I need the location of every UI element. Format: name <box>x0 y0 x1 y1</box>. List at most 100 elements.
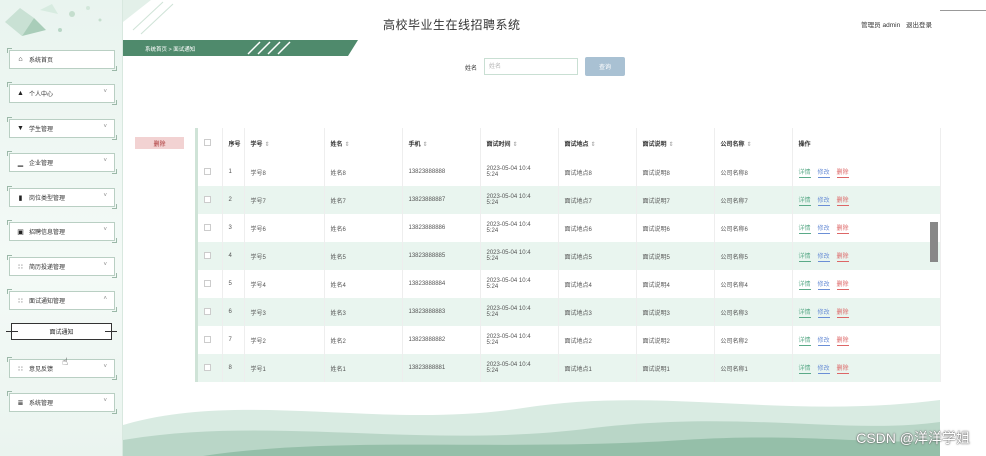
cell-actions: 详情 修改 删除 <box>792 186 941 214</box>
row-checkbox[interactable] <box>198 354 223 382</box>
row-checkbox[interactable] <box>198 186 223 214</box>
cell-time: 2023-05-04 10:4 5:24 <box>480 354 559 382</box>
col-header-name[interactable]: 姓名 ⇕ <box>324 128 403 158</box>
edit-button[interactable]: 修改 <box>817 223 830 234</box>
row-checkbox[interactable] <box>198 326 223 354</box>
sidebar-item-7[interactable]: ∷ 简历投递管理 ˅ <box>7 255 117 278</box>
detail-button[interactable]: 详情 <box>798 223 811 234</box>
top-divider <box>940 10 986 11</box>
shield-icon: ▼ <box>17 125 24 132</box>
delete-button[interactable]: 删除 <box>836 195 849 206</box>
cell-company: 公司名称4 <box>714 270 793 298</box>
resize-handle-right <box>105 331 117 332</box>
edit-button[interactable]: 修改 <box>817 251 830 262</box>
cell-phone: 13823888888 <box>402 158 481 186</box>
delete-button[interactable]: 删除 <box>836 223 849 234</box>
sort-icon[interactable]: ⇕ <box>591 142 596 148</box>
cell-sid: 学号6 <box>244 214 325 242</box>
chevron-down-icon: ˅ <box>103 262 107 268</box>
sidebar-item-5[interactable]: ▮ 岗位类型管理 ˅ <box>7 186 117 209</box>
col-header-note-label: 面试说明 <box>642 141 667 148</box>
logout-link[interactable]: 退出登录 <box>906 22 932 29</box>
breadcrumb: 系统首页 > 面试通知 <box>123 40 363 56</box>
sidebar-item-10[interactable]: ≣ 系统管理 ˅ <box>7 391 117 414</box>
row-checkbox[interactable] <box>198 158 223 186</box>
delete-button[interactable]: 删除 <box>836 167 849 178</box>
sidebar-item-label: 招聘信息管理 <box>29 230 66 236</box>
chevron-down-icon: ˅ <box>103 158 107 164</box>
sort-icon[interactable]: ⇕ <box>265 142 270 148</box>
cell-no: 4 <box>222 242 245 270</box>
select-all-checkbox[interactable] <box>198 128 223 158</box>
detail-button[interactable]: 详情 <box>798 335 811 346</box>
cell-time-line2: 5:24 <box>486 312 499 318</box>
detail-button[interactable]: 详情 <box>798 279 811 290</box>
delete-button[interactable]: 删除 <box>836 279 849 290</box>
detail-button[interactable]: 详情 <box>798 251 811 262</box>
cell-time-line2: 5:24 <box>486 340 499 346</box>
home-icon: ⌂ <box>18 56 23 63</box>
breadcrumb-text[interactable]: 系统首页 > 面试通知 <box>145 45 195 53</box>
sidebar-subitem-interview-notice[interactable]: 面试通知 <box>6 323 117 340</box>
cell-company: 公司名称3 <box>714 298 793 326</box>
row-checkbox[interactable] <box>198 214 223 242</box>
delete-button[interactable]: 删除 <box>836 251 849 262</box>
edit-button[interactable]: 修改 <box>817 279 830 290</box>
col-header-sid[interactable]: 学号 ⇕ <box>244 128 325 158</box>
watermark: CSDN @洋洋学姐 <box>856 430 970 446</box>
col-header-note[interactable]: 面试说明 ⇕ <box>636 128 715 158</box>
edit-button[interactable]: 修改 <box>817 363 830 374</box>
row-checkbox[interactable] <box>198 242 223 270</box>
cell-place: 面试地点8 <box>558 158 637 186</box>
cell-company: 公司名称5 <box>714 242 793 270</box>
sidebar-item-6[interactable]: ▣ 招聘信息管理 ˅ <box>7 220 117 243</box>
col-header-company[interactable]: 公司名称 ⇕ <box>714 128 793 158</box>
cell-time: 2023-05-04 10:4 5:24 <box>480 186 559 214</box>
sidebar-item-1[interactable]: ⌂ 系统首页 <box>7 48 117 71</box>
col-header-phone-label: 手机 <box>408 141 421 148</box>
sidebar-item-8[interactable]: ∷ 面试通知管理 ˄ <box>7 289 117 312</box>
search-button[interactable]: 查询 <box>585 57 625 76</box>
sort-icon[interactable]: ⇕ <box>669 142 674 148</box>
detail-button[interactable]: 详情 <box>798 363 811 374</box>
col-header-place[interactable]: 面试地点 ⇕ <box>558 128 637 158</box>
cell-sid: 学号2 <box>244 326 325 354</box>
background-wave-decoration <box>123 400 940 456</box>
delete-button[interactable]: 删除 <box>836 335 849 346</box>
cell-time: 2023-05-04 10:4 5:24 <box>480 158 559 186</box>
sort-icon[interactable]: ⇕ <box>747 142 752 148</box>
sort-icon[interactable]: ⇕ <box>423 142 428 148</box>
cell-sid: 学号3 <box>244 298 325 326</box>
cell-no: 2 <box>222 186 245 214</box>
delete-button[interactable]: 删除 <box>836 363 849 374</box>
cell-time: 2023-05-04 10:4 5:24 <box>480 242 559 270</box>
cell-sid: 学号7 <box>244 186 325 214</box>
sort-icon[interactable]: ⇕ <box>513 142 518 148</box>
cell-phone: 13823888886 <box>402 214 481 242</box>
cell-time-line2: 5:24 <box>486 256 499 262</box>
sidebar-item-3[interactable]: ▼ 学生管理 ˅ <box>7 117 117 140</box>
cell-phone: 13823888887 <box>402 186 481 214</box>
edit-button[interactable]: 修改 <box>817 195 830 206</box>
sidebar-item-label: 简历投递管理 <box>29 265 66 271</box>
row-checkbox[interactable] <box>198 270 223 298</box>
detail-button[interactable]: 详情 <box>798 167 811 178</box>
detail-button[interactable]: 详情 <box>798 195 811 206</box>
delete-button[interactable]: 删除 <box>836 307 849 318</box>
name-search-input[interactable] <box>484 58 578 75</box>
cell-place: 面试地点5 <box>558 242 637 270</box>
row-checkbox[interactable] <box>198 298 223 326</box>
col-header-time[interactable]: 面试时间 ⇕ <box>480 128 559 158</box>
cell-note: 面试说明7 <box>636 186 715 214</box>
sidebar-item-2[interactable]: ▲ 个人中心 ˅ <box>7 82 117 105</box>
batch-delete-button[interactable]: 删除 <box>135 137 184 149</box>
sidebar-item-4[interactable]: ▁ 企业管理 ˅ <box>7 151 117 174</box>
edit-button[interactable]: 修改 <box>817 307 830 318</box>
edit-button[interactable]: 修改 <box>817 167 830 178</box>
edit-button[interactable]: 修改 <box>817 335 830 346</box>
table-row: 2 学号7 姓名7 13823888887 2023-05-04 10:4 5:24 面试地… <box>198 186 941 214</box>
vertical-scrollbar[interactable] <box>930 222 938 262</box>
sort-icon[interactable]: ⇕ <box>345 142 350 148</box>
detail-button[interactable]: 详情 <box>798 307 811 318</box>
col-header-phone[interactable]: 手机 ⇕ <box>402 128 481 158</box>
